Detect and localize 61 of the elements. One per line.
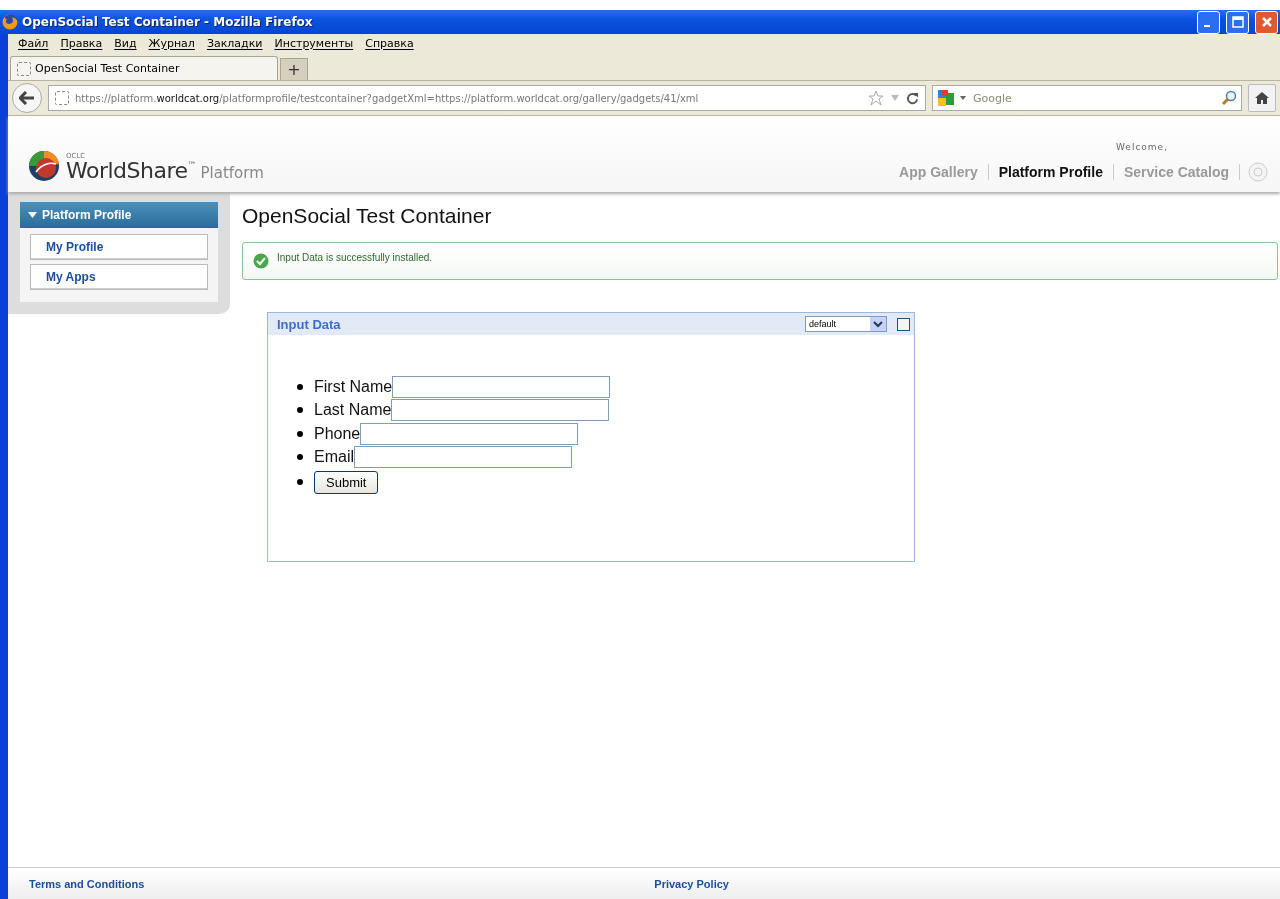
new-tab-button[interactable]: + <box>280 58 308 80</box>
minimize-icon <box>1203 25 1210 27</box>
caret-icon <box>870 317 886 331</box>
bullet <box>297 454 303 461</box>
star-icon[interactable] <box>868 90 884 106</box>
nav-link[interactable]: Platform Profile <box>988 164 1114 180</box>
search-engine-icon[interactable] <box>937 89 955 107</box>
alert-message: Input Data is successfully installed. <box>277 251 433 263</box>
home-button[interactable] <box>1248 84 1276 112</box>
menu-item[interactable]: Вид <box>108 36 143 50</box>
field-label: First Name <box>314 377 393 396</box>
logo-wordmark: WorldShare <box>66 160 188 182</box>
minimize-button[interactable] <box>1197 10 1220 34</box>
menu-item[interactable]: Файл <box>12 36 55 50</box>
menu-item[interactable]: Правка <box>54 36 109 50</box>
check-icon <box>253 253 269 269</box>
gadget-title: Input Data <box>277 316 342 332</box>
bullet <box>297 479 303 485</box>
menu-item[interactable]: Инструменты <box>268 36 360 50</box>
close-button[interactable] <box>1255 10 1278 34</box>
firefox-icon <box>2 14 18 30</box>
field-label: Last Name <box>314 401 392 420</box>
page-title: OpenSocial Test Container <box>242 204 493 228</box>
reload-icon[interactable] <box>906 91 919 105</box>
input-field[interactable] <box>392 375 611 398</box>
logo-subtitle: Platform <box>200 164 264 182</box>
field-label: Email <box>314 448 354 467</box>
view-select[interactable]: default <box>805 316 887 332</box>
checkbox[interactable] <box>897 317 910 331</box>
address-bar[interactable]: https://platform.worldcat.org/platformprofile/testcontainer?gadgetXml=https://platform.worldcat.org/gallery/gadgets/41/xml <box>48 85 926 111</box>
back-button[interactable] <box>12 83 42 113</box>
maximize-icon <box>1231 16 1244 28</box>
triangle-icon <box>28 212 37 218</box>
footer-link[interactable]: Terms and Conditions <box>29 877 145 890</box>
window-title: OpenSocial Test Container - Mozilla Firefox <box>22 15 314 29</box>
menu-item[interactable]: Закладки <box>200 36 269 50</box>
footer-link[interactable]: Privacy Policy <box>654 877 729 890</box>
close-icon <box>1260 16 1273 28</box>
submit-button[interactable]: Submit <box>314 470 379 494</box>
input-field[interactable] <box>354 446 572 469</box>
input-field[interactable] <box>391 399 610 422</box>
search-bar[interactable]: Google <box>932 85 1242 111</box>
menu-item[interactable]: Журнал <box>142 36 201 50</box>
back-arrow-icon <box>19 91 35 105</box>
field-label: Phone <box>314 424 361 443</box>
bullet <box>297 407 303 414</box>
trademark-sign: ™ <box>187 160 197 170</box>
search-icon[interactable] <box>1221 90 1237 106</box>
home-icon <box>1254 91 1270 105</box>
dropdown-icon[interactable] <box>959 95 967 101</box>
sidebar-item[interactable]: My Profile <box>30 234 208 260</box>
sidebar-header[interactable]: Platform Profile <box>20 202 218 228</box>
bullet <box>297 383 303 390</box>
globe-logo-icon <box>28 150 60 182</box>
menu-item[interactable]: Справка <box>359 36 420 50</box>
bullet <box>297 430 303 437</box>
maximize-button[interactable] <box>1226 10 1249 34</box>
sidebar-item[interactable]: My Apps <box>30 264 208 290</box>
browser-tab[interactable]: OpenSocial Test Container <box>10 56 278 80</box>
welcome-text: Welcome, <box>1115 142 1168 152</box>
input-field[interactable] <box>360 422 579 445</box>
